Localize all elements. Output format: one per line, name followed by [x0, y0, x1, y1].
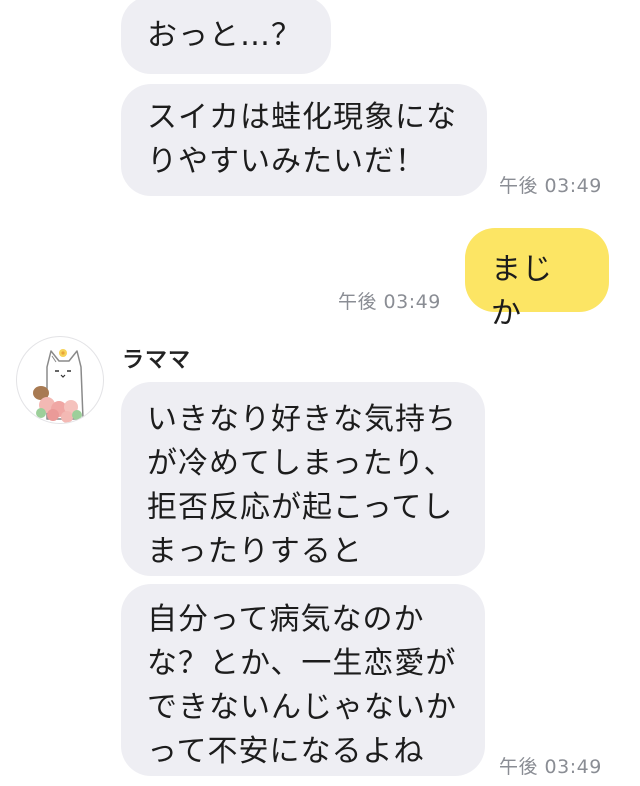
message-timestamp: 午後 03:49 — [338, 291, 441, 313]
message-bubble-partner[interactable]: 自分って病気なのか な？とか、一生恋愛が できないんじゃないか って不安になるよ… — [121, 584, 485, 776]
message-bubble-partner[interactable]: おっと…？ — [121, 0, 331, 74]
message-bubble-mine[interactable]: まじか — [465, 228, 609, 331]
chat-screen: おっと…？ スイカは蛙化現象にな りやすいみたいだ！ 午後 03:49 まじか … — [0, 0, 640, 786]
message-timestamp: 午後 03:49 — [499, 175, 602, 197]
sender-avatar[interactable] — [16, 336, 104, 424]
message-timestamp: 午後 03:49 — [499, 756, 602, 778]
message-bubble-partner[interactable]: スイカは蛙化現象にな りやすいみたいだ！ — [121, 84, 487, 196]
message-bubble-partner[interactable]: いきなり好きな気持ち が冷めてしまったり、 拒否反応が起こってし まったりすると — [121, 382, 485, 576]
sender-name: ラママ — [122, 348, 192, 373]
white-cat-with-flowers-avatar-icon — [33, 349, 84, 423]
